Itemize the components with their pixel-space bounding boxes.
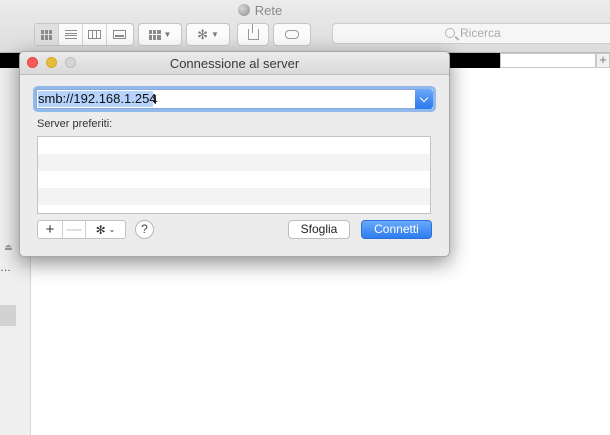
connect-button[interactable]: Connetti: [361, 220, 432, 239]
share-button[interactable]: [237, 23, 269, 46]
finder-toolbar: Rete ▼ ✻ ▼ Ricerca: [0, 0, 610, 53]
tag-icon: [285, 30, 299, 39]
search-field[interactable]: Ricerca: [332, 23, 610, 44]
search-placeholder: Ricerca: [460, 26, 501, 40]
view-mode-control: [34, 23, 134, 46]
gear-icon: ✻: [95, 222, 106, 237]
chevron-down-icon: [419, 93, 429, 102]
share-icon: [247, 24, 259, 40]
chevron-down-icon: ▼: [163, 30, 172, 39]
share-segment: [238, 24, 268, 45]
gallery-view-button[interactable]: [107, 24, 131, 45]
icon-view-icon: [40, 29, 53, 40]
gallery-view-icon: [112, 30, 126, 39]
list-item[interactable]: [38, 154, 430, 171]
help-button[interactable]: ?: [135, 220, 154, 239]
finder-window-title-text: Rete: [254, 3, 283, 18]
action-segment: ✻ ▼: [187, 24, 229, 45]
recent-servers-dropdown[interactable]: [415, 89, 433, 109]
gear-icon: ✻: [197, 26, 208, 42]
chevron-down-icon: ⌄: [108, 225, 116, 234]
list-view-button[interactable]: [59, 24, 83, 45]
list-item[interactable]: [38, 171, 430, 188]
add-favorite-button[interactable]: +: [38, 221, 63, 238]
favorites-label: Server preferiti:: [37, 118, 113, 130]
icon-view-button[interactable]: [35, 24, 59, 45]
list-item[interactable]: [38, 188, 430, 205]
new-tab-button[interactable]: +: [596, 53, 610, 68]
dialog-title: Connessione al server: [169, 56, 300, 71]
server-address-combobox: smb://192.168.1.254: [36, 89, 433, 109]
globe-icon: [237, 4, 250, 16]
list-view-icon: [64, 30, 77, 39]
browse-button[interactable]: Sfoglia: [288, 220, 350, 239]
tab-bar: [500, 53, 596, 68]
arrange-segment: ▼: [139, 24, 181, 45]
favorites-action-button[interactable]: ✻ ⌄: [86, 221, 125, 238]
arrange-icon: [148, 29, 161, 40]
connect-to-server-dialog: Connessione al server smb://192.168.1.25…: [19, 51, 450, 257]
finder-window-title: Rete: [0, 3, 520, 18]
sidebar-item-selected[interactable]: [0, 305, 16, 326]
chevron-down-icon: ▼: [210, 30, 219, 39]
column-view-icon: [88, 30, 101, 39]
remove-favorite-button[interactable]: —: [63, 221, 86, 238]
dialog-titlebar: Connessione al server: [20, 52, 449, 75]
tag-button[interactable]: [273, 23, 311, 46]
list-item[interactable]: [38, 137, 430, 154]
sidebar-ellipsis: …: [0, 262, 11, 274]
server-address-input[interactable]: [36, 89, 415, 109]
eject-icon[interactable]: ⏏: [4, 242, 13, 253]
column-view-button[interactable]: [83, 24, 107, 45]
action-button[interactable]: ✻ ▼: [186, 23, 230, 46]
tag-segment: [274, 24, 310, 45]
arrange-button[interactable]: ▼: [138, 23, 182, 46]
search-icon: [445, 28, 455, 38]
favorites-edit-control: + — ✻ ⌄: [37, 220, 126, 239]
favorite-servers-list[interactable]: [37, 136, 431, 214]
